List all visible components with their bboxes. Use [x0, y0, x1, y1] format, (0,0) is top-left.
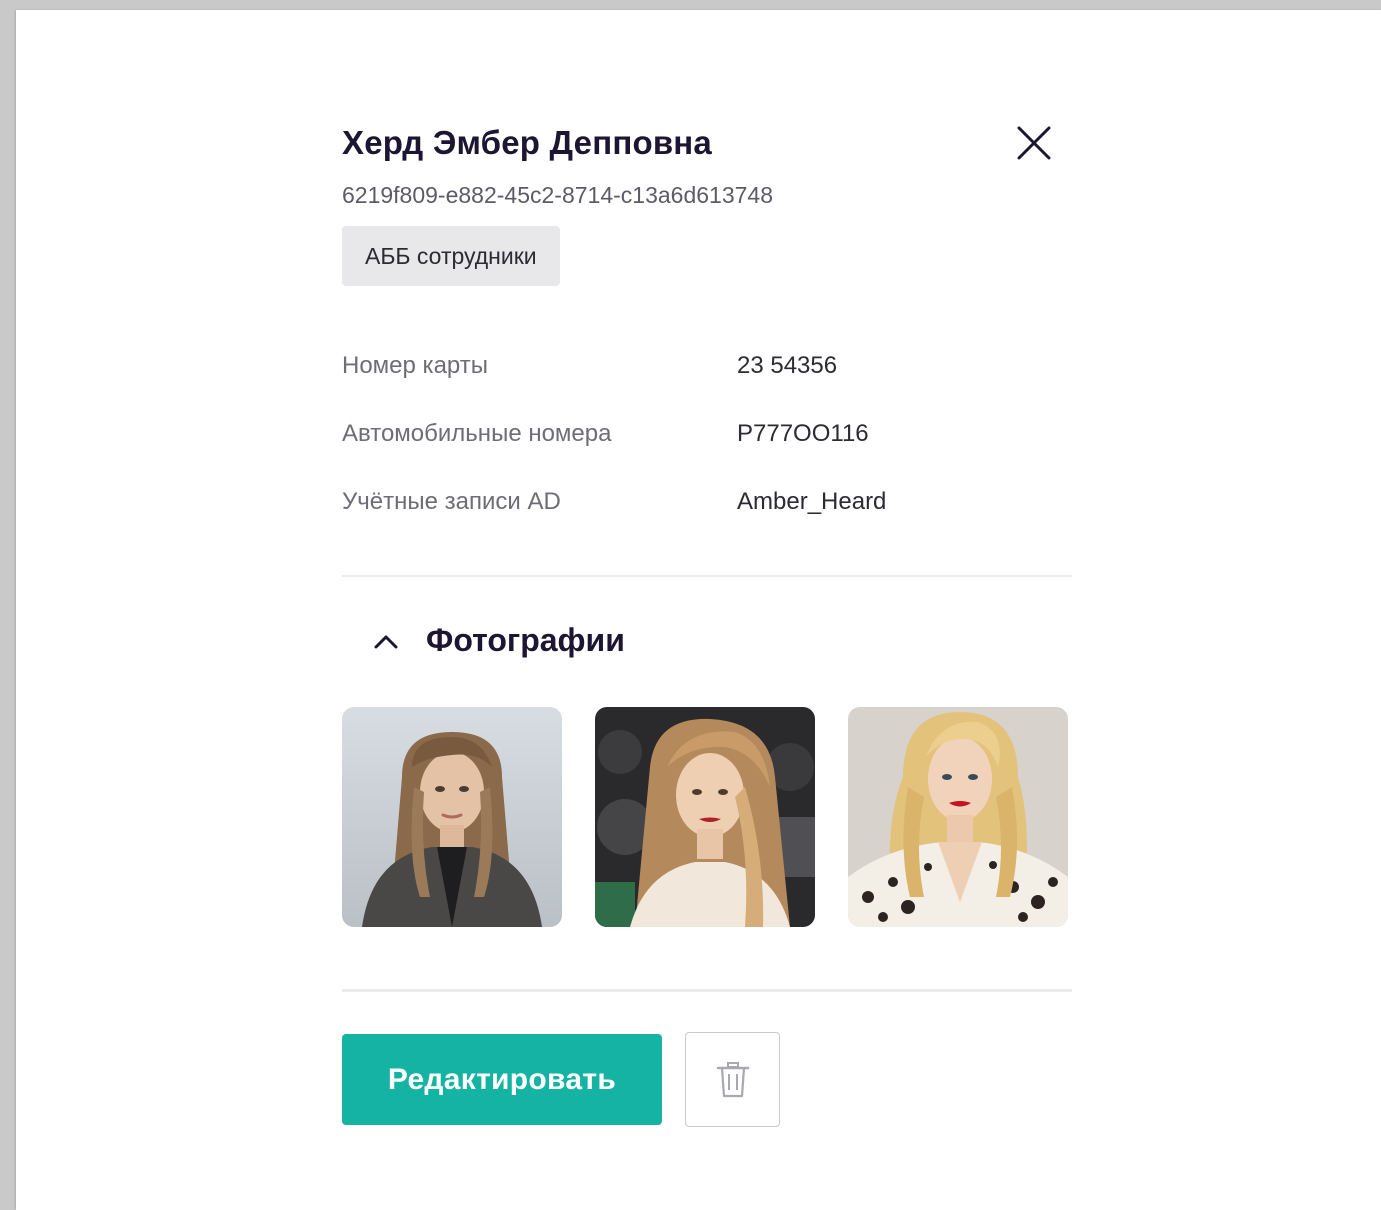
card-number-label: Номер карты: [342, 352, 488, 379]
photos-section-title: Фотографии: [426, 622, 625, 658]
close-icon: [1017, 126, 1051, 160]
photo-gallery: [342, 707, 1068, 927]
card-number-value: 23 54356: [737, 352, 838, 379]
group-chip[interactable]: АББ сотрудники: [342, 226, 560, 286]
divider: [342, 989, 1072, 992]
car-plates-value: Р777ОО116: [737, 420, 869, 447]
edit-button[interactable]: Редактировать: [342, 1034, 662, 1125]
person-id: 6219f809-e882-45c2-8714-c13a6d613748: [342, 182, 773, 208]
car-plates-label: Автомобильные номера: [342, 420, 612, 447]
person-name: Херд Эмбер Депповна: [342, 124, 712, 161]
ad-accounts-label: Учётные записи AD: [342, 488, 561, 515]
delete-button[interactable]: [685, 1032, 780, 1127]
close-button[interactable]: [1014, 123, 1054, 163]
photo-thumbnail[interactable]: [595, 707, 815, 927]
photos-section-toggle[interactable]: Фотографии: [372, 622, 625, 659]
photo-thumbnail[interactable]: [848, 707, 1068, 927]
chevron-up-icon: [372, 627, 400, 655]
divider: [342, 575, 1072, 577]
trash-icon: [716, 1061, 749, 1097]
photo-thumbnail[interactable]: [342, 707, 562, 927]
person-detail-panel: Херд Эмбер Депповна 6219f809-e882-45c2-8…: [16, 10, 1381, 1210]
ad-accounts-value: Amber_Heard: [737, 488, 887, 515]
